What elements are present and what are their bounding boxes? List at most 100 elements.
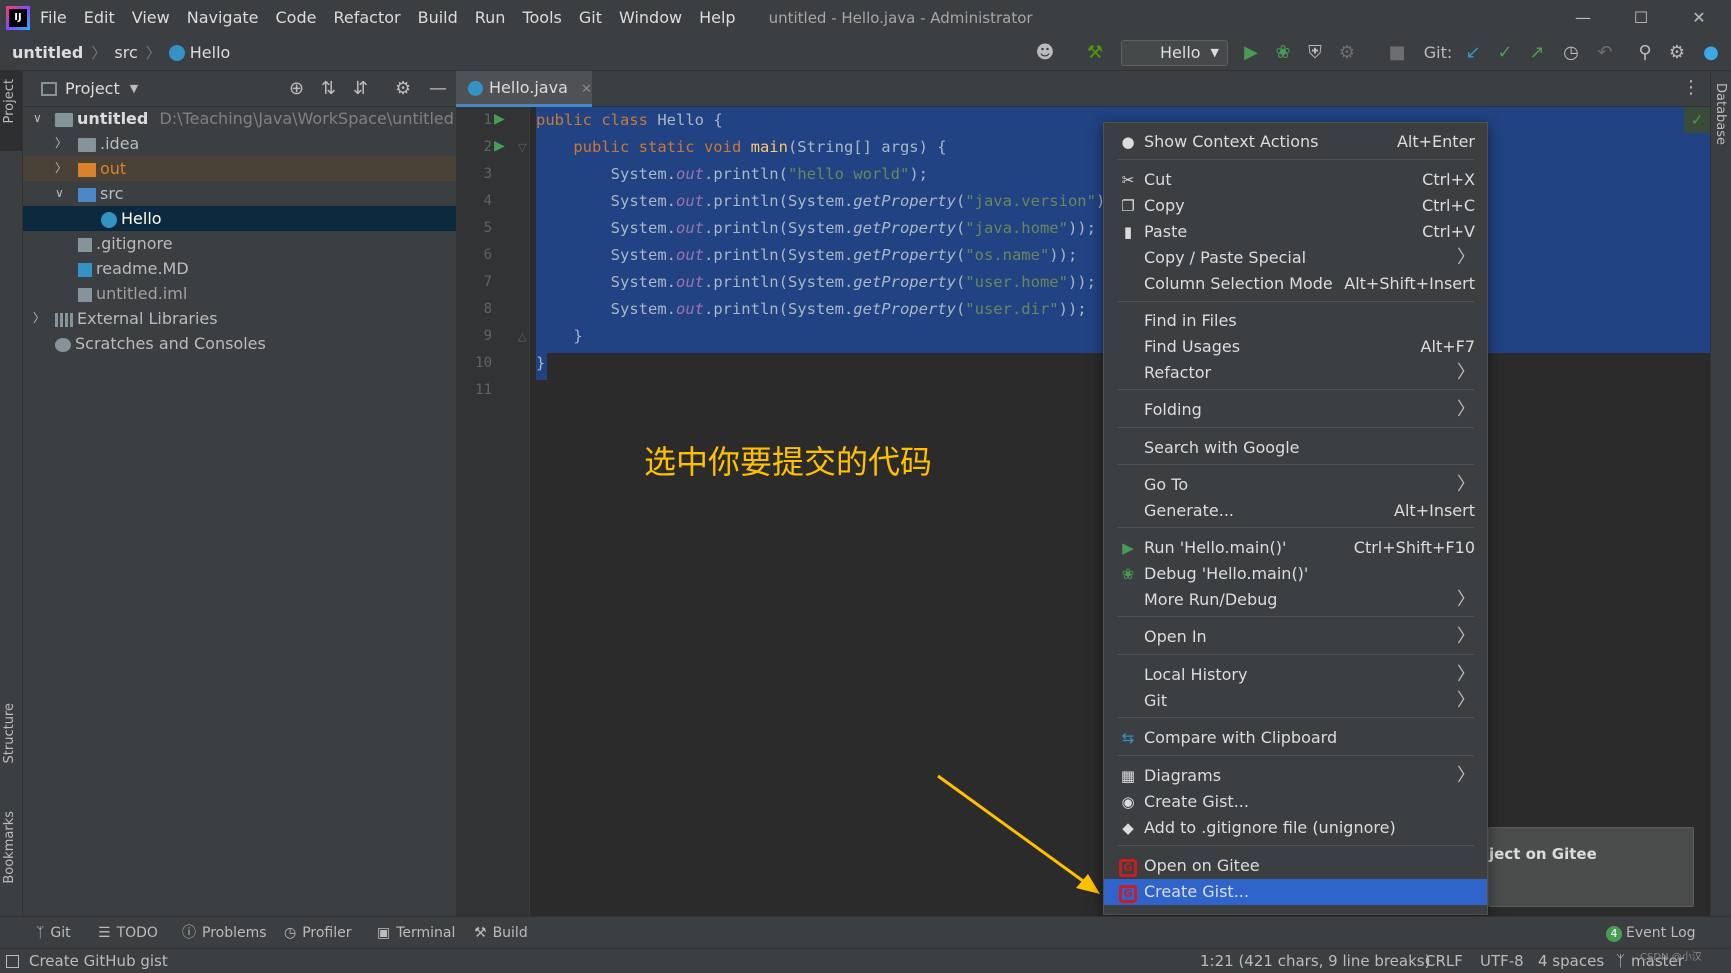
rollback-icon[interactable]: ↶	[1590, 35, 1620, 71]
menu-debug-hello-main[interactable]: ❀ Debug 'Hello.main()'	[1104, 561, 1487, 587]
menu-compare-with-clipboard[interactable]: ⇆ Compare with Clipboard	[1104, 725, 1487, 751]
menu-find-in-files[interactable]: Find in Files	[1104, 308, 1487, 334]
tree-item-src[interactable]: ∨ src	[23, 181, 456, 206]
chevron-down-icon[interactable]: ∨	[55, 181, 64, 206]
menu-create-gist-github[interactable]: ◉ Create Gist...	[1104, 789, 1487, 815]
hide-panel-icon[interactable]: —	[429, 78, 447, 99]
git-update-icon[interactable]: ↙	[1458, 35, 1488, 71]
project-view-title[interactable]: Project	[65, 79, 120, 98]
breadcrumb-src[interactable]: src	[114, 43, 137, 62]
coverage-icon[interactable]: ⛨	[1300, 35, 1330, 71]
menu-more-run-debug[interactable]: More Run/Debug 〉	[1104, 587, 1487, 613]
toolwindow-terminal[interactable]: ▣ Terminal	[377, 917, 455, 949]
menu-generate[interactable]: Generate... Alt+Insert	[1104, 498, 1487, 524]
menu-build[interactable]: Build	[418, 8, 458, 27]
menu-help[interactable]: Help	[699, 8, 735, 27]
menu-git[interactable]: Git	[579, 8, 602, 27]
database-vtab[interactable]: Database	[1713, 83, 1728, 145]
settings-gear-icon[interactable]: ⚙	[1662, 35, 1692, 71]
menu-local-history[interactable]: Local History 〉	[1104, 662, 1487, 688]
project-vtab[interactable]: Project	[2, 79, 17, 123]
expand-all-icon[interactable]: ⇅	[321, 78, 336, 99]
menu-folding[interactable]: Folding 〉	[1104, 397, 1487, 423]
tree-item-external-libraries[interactable]: 〉 External Libraries	[23, 306, 456, 331]
menu-refactor[interactable]: Refactor 〉	[1104, 360, 1487, 386]
tab-close-icon[interactable]: ✕	[581, 82, 592, 97]
build-hammer-icon[interactable]: ⚒	[1080, 35, 1110, 71]
user-icon[interactable]: ☻	[1030, 35, 1060, 71]
menu-add-to-gitignore[interactable]: ◆ Add to .gitignore file (unignore)	[1104, 815, 1487, 841]
menu-open-in[interactable]: Open In 〉	[1104, 624, 1487, 650]
run-icon[interactable]: ▶	[1236, 35, 1266, 71]
menu-run[interactable]: Run	[475, 8, 506, 27]
toolwindow-build[interactable]: ⚒ Build	[474, 917, 528, 949]
file-encoding[interactable]: UTF-8	[1480, 949, 1524, 973]
tab-hello-java[interactable]: Hello.java ✕	[456, 71, 592, 107]
fold-marker-icon[interactable]: ▽	[518, 141, 526, 154]
menu-window[interactable]: Window	[619, 8, 682, 27]
tree-item-iml[interactable]: untitled.iml	[23, 281, 456, 306]
tree-item-gitignore[interactable]: .gitignore	[23, 231, 456, 256]
tree-item-idea[interactable]: 〉 .idea	[23, 131, 456, 156]
breadcrumb-hello[interactable]: Hello	[190, 43, 231, 62]
git-push-icon[interactable]: ↗	[1522, 35, 1552, 71]
chevron-right-icon[interactable]: 〉	[55, 156, 67, 181]
menu-file[interactable]: File	[40, 8, 67, 27]
breadcrumb-project[interactable]: untitled	[12, 43, 83, 62]
menu-paste[interactable]: ▮ Paste Ctrl+V	[1104, 219, 1487, 245]
menu-tools[interactable]: Tools	[522, 8, 561, 27]
menu-find-usages[interactable]: Find Usages Alt+F7	[1104, 334, 1487, 360]
profile-icon[interactable]: ⚙	[1332, 35, 1362, 71]
indent-setting[interactable]: 4 spaces	[1538, 949, 1604, 973]
chevron-right-icon[interactable]: 〉	[33, 306, 45, 331]
maximize-button[interactable]: ☐	[1612, 0, 1670, 35]
tree-item-scratches[interactable]: Scratches and Consoles	[23, 331, 456, 356]
close-button[interactable]: ✕	[1670, 0, 1728, 35]
menu-code[interactable]: Code	[276, 8, 317, 27]
menu-cut[interactable]: ✂ Cut Ctrl+X	[1104, 167, 1487, 193]
chevron-down-icon[interactable]: ▼	[130, 82, 138, 95]
tree-item-out[interactable]: 〉 out	[23, 156, 456, 181]
chevron-down-icon[interactable]: ∨	[33, 106, 42, 131]
fold-marker-icon[interactable]: △	[518, 330, 526, 343]
collapse-all-icon[interactable]: ⇵	[353, 78, 368, 99]
debug-icon[interactable]: ❀	[1268, 35, 1298, 71]
ide-plugin-icon[interactable]: ●	[1696, 35, 1726, 71]
history-icon[interactable]: ◷	[1556, 35, 1586, 71]
menu-copy[interactable]: ❐ Copy Ctrl+C	[1104, 193, 1487, 219]
inspection-ok-icon[interactable]: ✓	[1684, 107, 1710, 133]
toolwindow-problems[interactable]: ⓘ Problems	[182, 917, 267, 949]
menu-create-gist-gitee[interactable]: G Create Gist...	[1104, 879, 1487, 905]
menu-edit[interactable]: Edit	[84, 8, 115, 27]
more-options-icon[interactable]: ⋮	[1682, 77, 1700, 98]
menu-refactor[interactable]: Refactor	[333, 8, 400, 27]
toolwindow-git[interactable]: ᛉ Git	[36, 917, 71, 949]
gitee-notification[interactable]: ject on Gitee	[1488, 827, 1694, 907]
caret-position[interactable]: 1:21 (421 chars, 9 line breaks)	[1200, 949, 1430, 973]
tree-item-untitled[interactable]: ∨ untitled D:\Teaching\Java\WorkSpace\un…	[23, 106, 456, 131]
toggle-panel-icon[interactable]	[6, 955, 19, 968]
run-gutter-icon[interactable]: ▶	[494, 138, 505, 154]
menu-copy-paste-special[interactable]: Copy / Paste Special 〉	[1104, 245, 1487, 271]
toolwindow-todo[interactable]: ☰ TODO	[98, 917, 158, 949]
menu-open-on-gitee[interactable]: G Open on Gitee	[1104, 853, 1487, 879]
panel-settings-gear-icon[interactable]: ⚙	[395, 78, 411, 99]
menu-view[interactable]: View	[132, 8, 170, 27]
stop-icon[interactable]: ■	[1382, 35, 1412, 71]
menu-column-selection-mode[interactable]: Column Selection Mode Alt+Shift+Insert	[1104, 271, 1487, 297]
run-gutter-icon[interactable]: ▶	[494, 111, 505, 127]
run-configuration-select[interactable]: Hello ▼	[1121, 40, 1228, 66]
menu-diagrams[interactable]: ▦ Diagrams 〉	[1104, 763, 1487, 789]
menu-show-context-actions[interactable]: ● Show Context Actions Alt+Enter	[1104, 129, 1487, 155]
menu-run-hello-main[interactable]: ▶ Run 'Hello.main()' Ctrl+Shift+F10	[1104, 535, 1487, 561]
git-commit-icon[interactable]: ✓	[1490, 35, 1520, 71]
bookmarks-vtab[interactable]: Bookmarks	[2, 811, 17, 884]
toolwindow-profiler[interactable]: ◷ Profiler	[284, 917, 352, 949]
chevron-right-icon[interactable]: 〉	[55, 131, 67, 156]
menu-git[interactable]: Git 〉	[1104, 688, 1487, 714]
menu-go-to[interactable]: Go To 〉	[1104, 472, 1487, 498]
structure-vtab[interactable]: Structure	[2, 703, 17, 763]
search-icon[interactable]: ⚲	[1630, 35, 1660, 71]
menu-navigate[interactable]: Navigate	[187, 8, 259, 27]
tree-item-hello[interactable]: Hello	[23, 206, 456, 231]
